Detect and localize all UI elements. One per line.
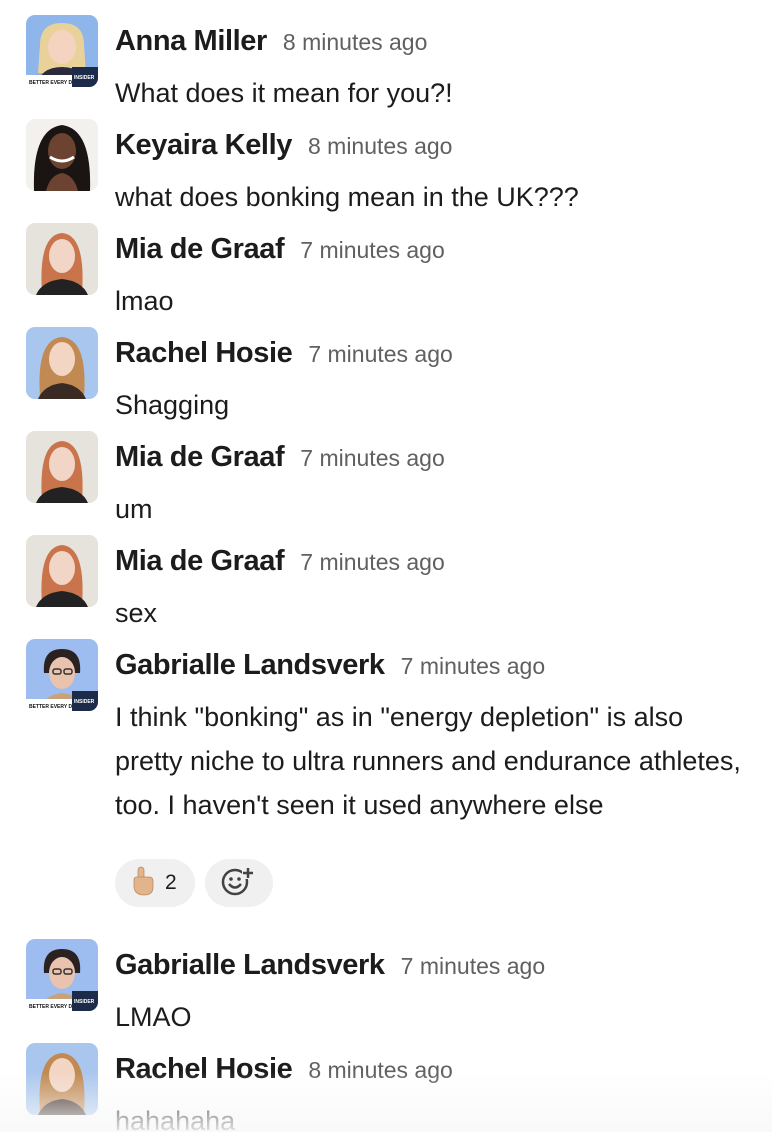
rachel-hosie-avatar: [26, 1043, 98, 1115]
timestamp[interactable]: 7 minutes ago: [300, 549, 444, 576]
message-text: lmao: [115, 286, 174, 316]
reaction-bar: 2: [115, 859, 273, 907]
timestamp[interactable]: 8 minutes ago: [308, 1057, 452, 1084]
gabrialle-landsverk-avatar: BETTER EVERY DAY INSIDER: [26, 639, 98, 711]
author-name[interactable]: Keyaira Kelly: [115, 129, 292, 162]
svg-text:INSIDER: INSIDER: [74, 699, 95, 705]
svg-text:BETTER EVERY DAY: BETTER EVERY DAY: [29, 1004, 79, 1010]
gabrialle-landsverk-avatar: BETTER EVERY DAY INSIDER: [26, 939, 98, 1011]
message-text: I think "bonking" as in "energy depletio…: [115, 702, 741, 820]
message-header: Rachel Hosie 8 minutes ago: [115, 1053, 453, 1086]
timestamp[interactable]: 8 minutes ago: [308, 133, 452, 160]
author-name[interactable]: Mia de Graaf: [115, 233, 285, 266]
add-emoji-icon: [221, 865, 257, 902]
timestamp[interactable]: 7 minutes ago: [401, 653, 545, 680]
message-header: Mia de Graaf 7 minutes ago: [115, 233, 445, 266]
avatar[interactable]: [26, 535, 98, 607]
message-text: LMAO: [115, 1002, 192, 1032]
rachel-hosie-avatar: [26, 327, 98, 399]
message-text: hahahaha: [115, 1106, 236, 1136]
svg-text:INSIDER: INSIDER: [74, 75, 95, 81]
author-name[interactable]: Rachel Hosie: [115, 337, 293, 370]
author-name[interactable]: Gabrialle Landsverk: [115, 649, 385, 682]
pointing-up-hand-icon: [129, 866, 155, 901]
add-reaction-button[interactable]: [205, 859, 273, 907]
timestamp[interactable]: 7 minutes ago: [300, 445, 444, 472]
avatar[interactable]: BETTER EVERY DAY INSIDER: [26, 639, 98, 711]
mia-de-graaf-avatar: [26, 535, 98, 607]
mia-de-graaf-avatar: [26, 223, 98, 295]
avatar[interactable]: [26, 119, 98, 191]
avatar[interactable]: BETTER EVERY DAY INSIDER: [26, 939, 98, 1011]
message-header: Gabrialle Landsverk 7 minutes ago: [115, 949, 545, 982]
message-text: What does it mean for you?!: [115, 78, 453, 108]
timestamp[interactable]: 7 minutes ago: [300, 237, 444, 264]
keyaira-kelly-avatar: [26, 119, 98, 191]
svg-text:BETTER EVERY DAY: BETTER EVERY DAY: [29, 80, 79, 86]
avatar[interactable]: BETTER EVERY DAY INSIDER: [26, 15, 98, 87]
message-header: Rachel Hosie 7 minutes ago: [115, 337, 453, 370]
message-header: Mia de Graaf 7 minutes ago: [115, 545, 445, 578]
avatar[interactable]: [26, 1043, 98, 1115]
reaction-count: 2: [165, 871, 177, 894]
svg-text:BETTER EVERY DAY: BETTER EVERY DAY: [29, 704, 79, 710]
message-text: Shagging: [115, 390, 230, 420]
message-text: um: [115, 494, 153, 524]
author-name[interactable]: Rachel Hosie: [115, 1053, 293, 1086]
timestamp[interactable]: 7 minutes ago: [308, 341, 452, 368]
reaction-pill[interactable]: 2: [115, 859, 195, 907]
mia-de-graaf-avatar: [26, 431, 98, 503]
timestamp[interactable]: 8 minutes ago: [283, 29, 427, 56]
message-text: sex: [115, 598, 158, 628]
author-name[interactable]: Gabrialle Landsverk: [115, 949, 385, 982]
anna-miller-avatar: BETTER EVERY DAY INSIDER: [26, 15, 98, 87]
timestamp[interactable]: 7 minutes ago: [401, 953, 545, 980]
message-header: Mia de Graaf 7 minutes ago: [115, 441, 445, 474]
message-header: Anna Miller 8 minutes ago: [115, 25, 427, 58]
author-name[interactable]: Mia de Graaf: [115, 545, 285, 578]
avatar[interactable]: [26, 431, 98, 503]
message-header: Keyaira Kelly 8 minutes ago: [115, 129, 452, 162]
author-name[interactable]: Mia de Graaf: [115, 441, 285, 474]
author-name[interactable]: Anna Miller: [115, 25, 267, 58]
avatar[interactable]: [26, 327, 98, 399]
message-text: what does bonking mean in the UK???: [115, 182, 579, 212]
svg-text:INSIDER: INSIDER: [74, 999, 95, 1005]
avatar[interactable]: [26, 223, 98, 295]
message-header: Gabrialle Landsverk 7 minutes ago: [115, 649, 545, 682]
